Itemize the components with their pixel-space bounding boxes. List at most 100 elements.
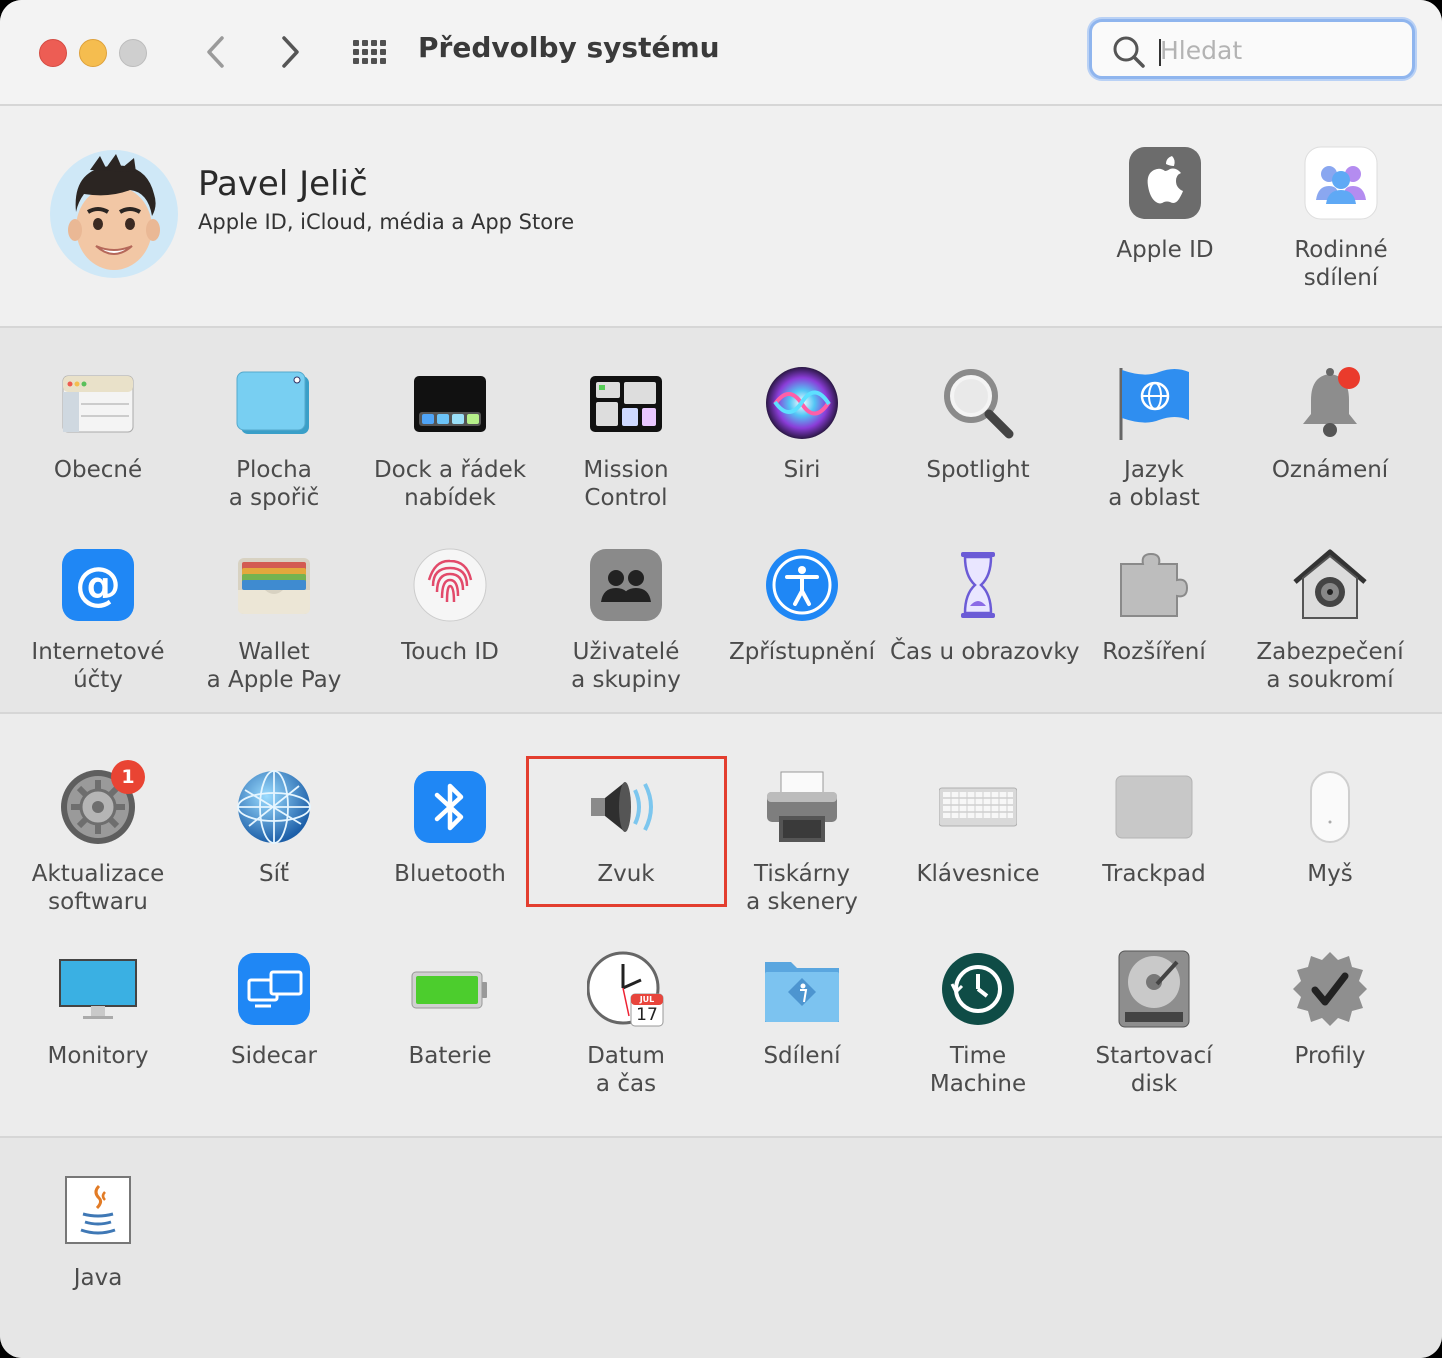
- pref-spotlight[interactable]: Spotlight: [890, 364, 1066, 484]
- pref-label: Čas u obrazovky: [890, 639, 1080, 665]
- pref-label: Rodinné sdílení: [1294, 237, 1388, 291]
- pref-label: Time Machine: [929, 1043, 1027, 1097]
- account-section: Pavel Jelič Apple ID, iCloud, média a Ap…: [0, 106, 1442, 328]
- pref-label: Myš: [1307, 861, 1353, 887]
- pref-software-update[interactable]: 1 Aktualizace softwaru: [10, 760, 186, 916]
- fingerprint-icon: [411, 546, 489, 624]
- pref-date-time[interactable]: JUL 17 Datum a čas: [538, 950, 714, 1098]
- minimize-window-button[interactable]: [79, 39, 107, 67]
- accessibility-icon: [763, 546, 841, 624]
- pref-dock-menubar[interactable]: Dock a řádek nabídek: [362, 364, 538, 512]
- pref-label: Zabezpečení a soukromí: [1256, 639, 1404, 693]
- pref-label: Spotlight: [926, 457, 1030, 483]
- window-title: Předvolby systému: [418, 31, 720, 64]
- trackpad-icon: [1115, 768, 1193, 846]
- time-machine-icon: [939, 950, 1017, 1028]
- close-window-button[interactable]: [39, 39, 67, 67]
- network-globe-icon: [235, 768, 313, 846]
- update-count-badge: 1: [111, 760, 145, 794]
- pref-general[interactable]: Obecné: [10, 364, 186, 484]
- pref-accessibility[interactable]: Zpřístupnění: [714, 546, 890, 666]
- calendar-day: 17: [636, 1005, 658, 1025]
- title-bar: Předvolby systému: [0, 0, 1442, 106]
- pref-startup-disk[interactable]: Startovací disk: [1066, 950, 1242, 1098]
- pref-bluetooth[interactable]: Bluetooth: [362, 768, 538, 888]
- java-cup-icon: [59, 1172, 137, 1250]
- account-subtitle[interactable]: Apple ID, iCloud, média a App Store: [198, 210, 574, 234]
- avatar[interactable]: [50, 150, 178, 278]
- pref-label: Internetové účty: [31, 639, 165, 693]
- pref-keyboard[interactable]: Klávesnice: [890, 768, 1066, 888]
- pref-label: Rozšíření: [1102, 639, 1206, 665]
- pref-internet-accounts[interactable]: @ Internetové účty: [10, 546, 186, 694]
- grid-icon: [353, 40, 386, 64]
- mission-control-icon: [587, 364, 665, 442]
- battery-icon: [411, 950, 489, 1028]
- pref-desktop-screensaver[interactable]: Plocha a spořič: [186, 364, 362, 512]
- pref-java[interactable]: Java: [10, 1172, 186, 1292]
- show-all-button[interactable]: [350, 30, 392, 74]
- pref-wallet[interactable]: Wallet a Apple Pay: [186, 546, 362, 694]
- pref-label: Startovací disk: [1095, 1043, 1213, 1097]
- pref-label: Wallet a Apple Pay: [206, 639, 342, 693]
- shared-folder-icon: [763, 950, 841, 1028]
- pref-label: Siri: [783, 457, 821, 483]
- pref-language-region[interactable]: Jazyk a oblast: [1066, 364, 1242, 512]
- pref-siri[interactable]: Siri: [714, 364, 890, 484]
- pref-apple-id[interactable]: Apple ID: [1077, 144, 1253, 264]
- pref-time-machine[interactable]: Time Machine: [890, 950, 1066, 1098]
- pref-label: Tiskárny a skenery: [746, 861, 858, 915]
- at-icon: @: [59, 546, 137, 624]
- pref-sidecar[interactable]: Sidecar: [186, 950, 362, 1070]
- pref-touch-id[interactable]: Touch ID: [362, 546, 538, 666]
- zoom-window-button[interactable]: [119, 39, 147, 67]
- pref-mouse[interactable]: Myš: [1242, 768, 1418, 888]
- pref-notifications[interactable]: Oznámení: [1242, 364, 1418, 484]
- pref-label: Zpřístupnění: [728, 639, 876, 665]
- memoji-face-icon: [68, 154, 160, 270]
- chevron-left-icon: [207, 36, 224, 68]
- pref-label: Síť: [258, 861, 289, 887]
- mouse-icon: [1291, 768, 1369, 846]
- pref-extensions[interactable]: Rozšíření: [1066, 546, 1242, 666]
- pref-label: Jazyk a oblast: [1108, 457, 1200, 511]
- pref-label: Uživatelé a skupiny: [571, 639, 681, 693]
- search-field[interactable]: [1089, 19, 1415, 79]
- account-name[interactable]: Pavel Jelič: [198, 164, 368, 204]
- pref-screen-time[interactable]: Čas u obrazovky: [890, 546, 1080, 666]
- forward-button[interactable]: [270, 30, 310, 74]
- apple-logo-icon: [1126, 144, 1204, 222]
- house-safe-icon: [1291, 546, 1369, 624]
- pref-network[interactable]: Síť: [186, 768, 362, 888]
- pref-printers-scanners[interactable]: Tiskárny a skenery: [714, 768, 890, 916]
- desktop-icon: [235, 364, 313, 442]
- pref-label: Klávesnice: [916, 861, 1040, 887]
- bell-icon: [1291, 364, 1369, 442]
- pref-displays[interactable]: Monitory: [10, 950, 186, 1070]
- pref-profiles[interactable]: Profily: [1242, 950, 1418, 1070]
- pref-security-privacy[interactable]: Zabezpečení a soukromí: [1242, 546, 1418, 694]
- pref-label: Trackpad: [1102, 861, 1206, 887]
- pref-sharing[interactable]: Sdílení: [714, 950, 890, 1070]
- globe-flag-icon: [1115, 364, 1193, 442]
- pref-trackpad[interactable]: Trackpad: [1066, 768, 1242, 888]
- search-icon: [1113, 36, 1145, 68]
- pref-label: Datum a čas: [587, 1043, 665, 1097]
- pref-label: Bluetooth: [394, 861, 506, 887]
- pref-label: Aktualizace softwaru: [31, 861, 165, 915]
- pref-battery[interactable]: Baterie: [362, 950, 538, 1070]
- pref-label: Baterie: [408, 1043, 492, 1069]
- pref-mission-control[interactable]: Mission Control: [538, 364, 714, 512]
- back-button[interactable]: [196, 30, 236, 74]
- section-other: [0, 1138, 1442, 1358]
- keyboard-icon: [938, 768, 1018, 846]
- pref-label: Sdílení: [763, 1043, 841, 1069]
- pref-family-sharing[interactable]: Rodinné sdílení: [1253, 144, 1429, 292]
- general-icon: [59, 364, 137, 442]
- pref-label: Oznámení: [1271, 457, 1389, 483]
- hard-disk-icon: [1115, 950, 1193, 1028]
- pref-label: Dock a řádek nabídek: [373, 457, 527, 511]
- search-input[interactable]: [1158, 32, 1402, 68]
- puzzle-icon: [1115, 546, 1193, 624]
- pref-users-groups[interactable]: Uživatelé a skupiny: [538, 546, 714, 694]
